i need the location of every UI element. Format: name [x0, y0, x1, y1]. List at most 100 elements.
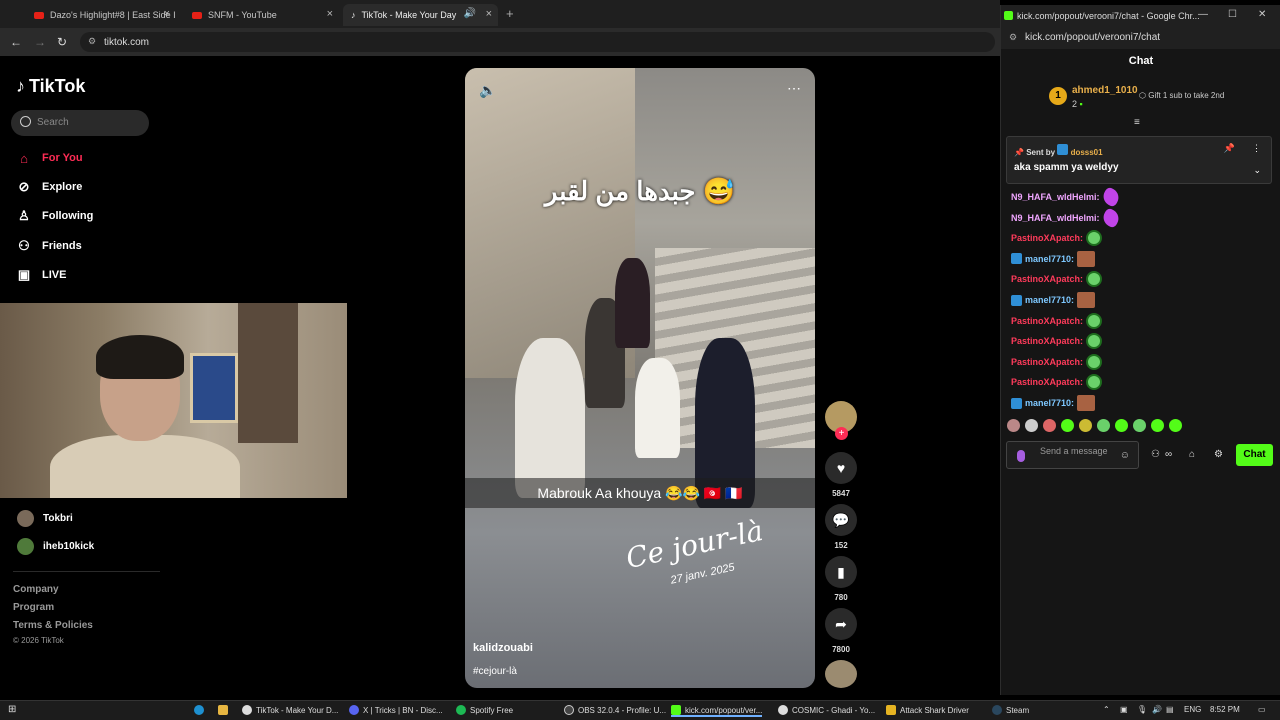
language-indicator[interactable]: ENG: [1184, 705, 1201, 714]
emote-icon[interactable]: [1151, 419, 1164, 432]
chat-username[interactable]: manel7710:: [1025, 254, 1074, 264]
mic-icon[interactable]: 🎙: [1137, 705, 1147, 714]
chat-username[interactable]: PastinoXApatch:: [1011, 336, 1083, 346]
chat-message[interactable]: manel7710:: [1011, 395, 1096, 411]
chat-message[interactable]: PastinoXApatch:: [1011, 230, 1103, 247]
save-button[interactable]: ▮ 780: [825, 556, 857, 602]
following-account[interactable]: iheb10kick: [17, 538, 94, 555]
chat-username[interactable]: PastinoXApatch:: [1011, 233, 1083, 243]
start-icon[interactable]: ⊞: [8, 704, 16, 715]
new-tab-icon[interactable]: +: [506, 6, 514, 21]
taskbar-app[interactable]: OBS 32.0.4 - Profile: U...: [564, 705, 666, 715]
send-chat-button[interactable]: Chat: [1236, 444, 1273, 466]
follow-plus-icon[interactable]: +: [835, 427, 848, 440]
emote-icon[interactable]: [1133, 419, 1146, 432]
chat-message[interactable]: manel7710:: [1011, 250, 1096, 267]
share-button[interactable]: ➦ 7800: [825, 608, 857, 654]
close-tab-icon[interactable]: ×: [327, 8, 333, 20]
nav-item-following[interactable]: ♙ Following: [16, 208, 93, 224]
chat-username[interactable]: PastinoXApatch:: [1011, 274, 1083, 284]
chat-message-input[interactable]: Send a message ☺: [1006, 441, 1139, 469]
site-info-icon[interactable]: ⚙: [1009, 32, 1017, 43]
following-account[interactable]: Tokbri: [17, 510, 73, 527]
pin-icon[interactable]: 📌: [1224, 143, 1235, 154]
network-icon[interactable]: ▤: [1166, 705, 1174, 714]
chat-message[interactable]: PastinoXApatch:: [1011, 374, 1103, 391]
chat-username[interactable]: PastinoXApatch:: [1011, 316, 1083, 326]
chevron-down-icon[interactable]: ⌄: [1253, 165, 1261, 176]
chat-message[interactable]: PastinoXApatch:: [1011, 312, 1103, 329]
clock[interactable]: 8:52 PM: [1210, 705, 1240, 714]
taskbar-app[interactable]: TikTok - Make Your D...: [242, 705, 338, 715]
speaker-icon[interactable]: 🔊: [464, 8, 476, 19]
emote-icon[interactable]: [1169, 419, 1182, 432]
chat-username[interactable]: PastinoXApatch:: [1011, 377, 1083, 387]
browser-tab[interactable]: Dazo's Highlight#8 | East Side I ×: [26, 4, 176, 26]
filter-icon[interactable]: ≡: [1134, 117, 1140, 128]
video-author[interactable]: kalidzouabi: [473, 642, 533, 654]
folder-icon[interactable]: [218, 705, 228, 715]
emote-icon[interactable]: [1007, 419, 1020, 432]
nav-item-explore[interactable]: ⊘ Explore: [16, 179, 83, 195]
url-field[interactable]: ⚙ tiktok.com: [80, 32, 995, 52]
video-player[interactable]: 🔈 ⋯ جبدها من لقبر 😅 Mabrouk Aa khouya 😂😂…: [465, 68, 815, 688]
site-info-icon[interactable]: ⚙: [88, 36, 96, 47]
chat-username[interactable]: N9_HAFA_wldHelmi:: [1011, 192, 1100, 202]
emote-icon[interactable]: [1079, 419, 1092, 432]
chat-username[interactable]: N9_HAFA_wldHelmi:: [1011, 213, 1100, 223]
chat-username[interactable]: PastinoXApatch:: [1011, 357, 1083, 367]
notification-icon[interactable]: ▭: [1258, 705, 1266, 714]
close-tab-icon[interactable]: ×: [486, 8, 492, 20]
leader-name[interactable]: ahmed1_1010: [1072, 85, 1138, 96]
chat-username[interactable]: manel7710:: [1025, 295, 1074, 305]
footer-link-company[interactable]: Company: [13, 584, 59, 595]
emote-icon[interactable]: [1097, 419, 1110, 432]
forward-icon[interactable]: →: [34, 35, 46, 49]
close-tab-icon[interactable]: ×: [164, 8, 170, 20]
browser-tab[interactable]: SNFM - YouTube ×: [184, 4, 339, 26]
taskbar-app[interactable]: Spotify Free: [456, 705, 513, 715]
taskbar-app[interactable]: Attack Shark Driver: [886, 705, 969, 715]
emote-icon[interactable]: [1115, 419, 1128, 432]
nav-item-live[interactable]: ▣ LIVE: [16, 267, 67, 283]
nav-item-for-you[interactable]: ⌂ For You: [16, 150, 82, 166]
settings-icon[interactable]: ⚙: [1214, 449, 1223, 460]
chat-message[interactable]: manel7710:: [1011, 292, 1096, 308]
footer-link-program[interactable]: Program: [13, 602, 54, 613]
store-icon[interactable]: ⌂: [1189, 449, 1195, 460]
minimize-icon[interactable]: —: [1198, 9, 1208, 20]
users-icon[interactable]: ⚇: [1151, 449, 1160, 460]
chat-message[interactable]: PastinoXApatch:: [1011, 353, 1103, 370]
tiktok-logo[interactable]: ♪ TikTok: [16, 76, 85, 97]
more-options-icon[interactable]: ⋮: [1252, 143, 1261, 154]
back-icon[interactable]: ←: [10, 35, 22, 49]
taskbar-app[interactable]: X | Tricks | BN - Disc...: [349, 705, 443, 715]
chat-message[interactable]: N9_HAFA_wldHelmi:: [1011, 186, 1122, 208]
close-icon[interactable]: ✕: [1258, 9, 1266, 20]
volume-icon[interactable]: 🔊: [1152, 705, 1162, 714]
chat-message[interactable]: N9_HAFA_wldHelmi:: [1011, 206, 1122, 229]
pinned-sender-name[interactable]: dosss01: [1071, 148, 1103, 157]
reload-icon[interactable]: ↻: [57, 35, 67, 49]
infinity-icon[interactable]: ∞: [1165, 449, 1172, 460]
emote-icon[interactable]: [1061, 419, 1074, 432]
tray-icon[interactable]: ▣: [1120, 705, 1128, 714]
browser-tab-active[interactable]: ♪ TikTok - Make Your Day 🔊 ×: [343, 4, 498, 26]
search-input[interactable]: Search: [11, 110, 149, 136]
pinned-message[interactable]: 📌 Sent by dosss01 aka spamm ya weldyy 📌 …: [1006, 136, 1272, 184]
emote-icon[interactable]: [1043, 419, 1056, 432]
comment-button[interactable]: 💬 152: [825, 504, 857, 550]
mic-icon[interactable]: [1017, 450, 1025, 462]
edge-icon[interactable]: [194, 705, 204, 715]
chevron-up-icon[interactable]: ⌃: [1103, 705, 1110, 714]
taskbar-app[interactable]: COSMIC - Ghadi - Yo...: [778, 705, 875, 715]
video-hashtag[interactable]: #cejour-là: [473, 666, 517, 677]
mute-icon[interactable]: 🔈: [479, 82, 496, 99]
taskbar-app-active[interactable]: kick.com/popout/ver...: [671, 705, 763, 717]
chat-message[interactable]: PastinoXApatch:: [1011, 333, 1103, 350]
emoji-icon[interactable]: ☺: [1120, 450, 1130, 461]
emote-icon[interactable]: [1025, 419, 1038, 432]
taskbar-app[interactable]: Steam: [992, 705, 1029, 715]
gift-prompt[interactable]: ⬡ Gift 1 sub to take 2nd: [1139, 91, 1224, 100]
chat-message[interactable]: PastinoXApatch:: [1011, 271, 1103, 288]
